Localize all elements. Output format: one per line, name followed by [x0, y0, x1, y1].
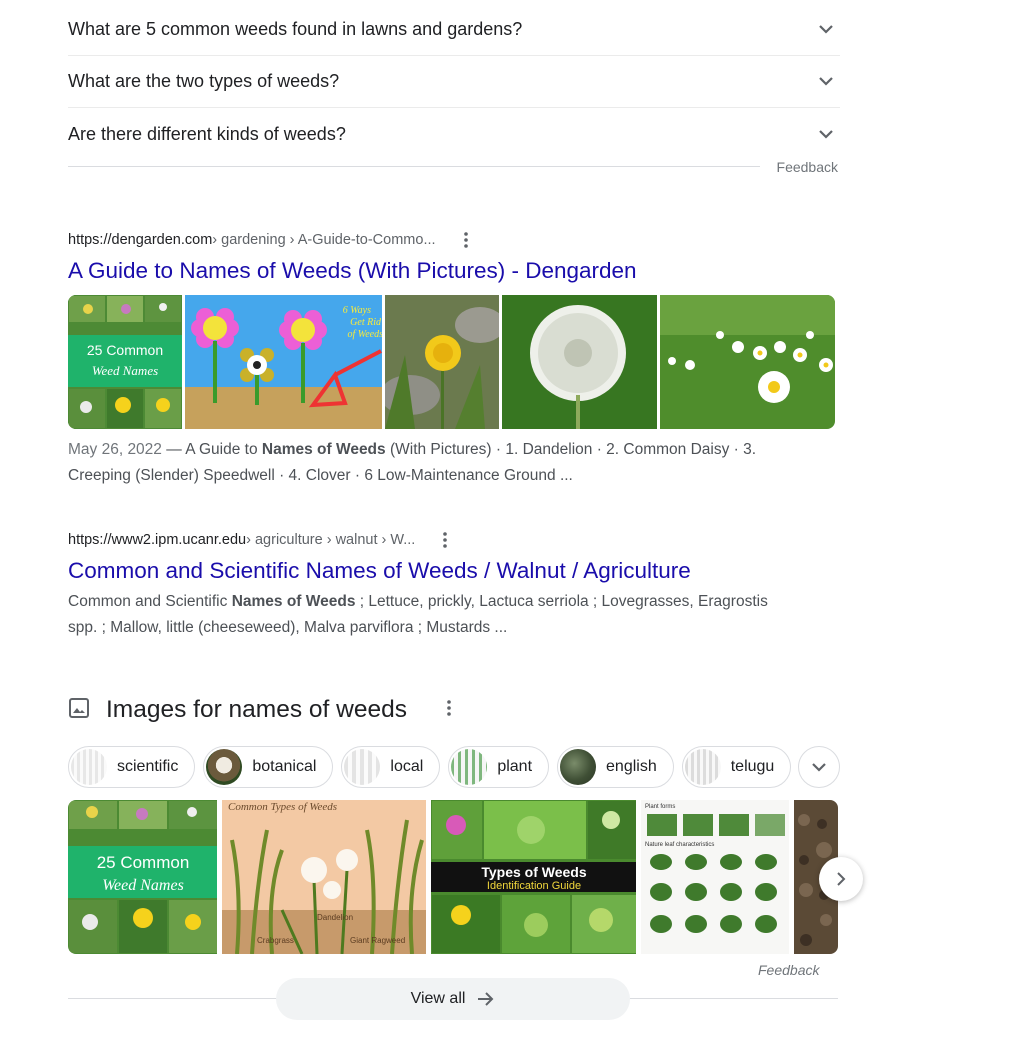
chevron-down-icon[interactable]: [814, 70, 838, 94]
image-text: Crabgrass: [257, 936, 294, 945]
image-text: 25 Common: [97, 853, 190, 872]
chip-label: local: [390, 758, 424, 775]
thumb-text: 25 Common: [87, 342, 163, 358]
paa-question-text: What are 5 common weeds found in lawns a…: [68, 19, 523, 39]
image-text: Dandelion: [317, 913, 353, 922]
people-also-ask: What are 5 common weeds found in lawns a…: [68, 4, 840, 160]
chip-telugu[interactable]: telugu: [681, 746, 792, 788]
image-refinement-chips: scientific botanical local plant english…: [68, 746, 792, 788]
images-feedback-link[interactable]: Feedback: [758, 962, 819, 978]
result-path: › gardening › A-Guide-to-Commo...: [212, 232, 436, 248]
images-section-title: Images for names of weeds: [106, 696, 407, 723]
image-text: Weed Names: [102, 877, 184, 894]
result-title-link[interactable]: Common and Scientific Names of Weeds / W…: [68, 557, 788, 585]
next-images-button[interactable]: [819, 857, 863, 901]
result-cite[interactable]: https://www2.ipm.ucanr.edu › agriculture…: [68, 532, 788, 548]
result-domain: https://www2.ipm.ucanr.edu: [68, 532, 247, 548]
image-text: Nature leaf characteristics: [645, 842, 714, 848]
image-result-common-types[interactable]: Common Types of Weeds Dandelion Crabgras…: [222, 800, 426, 954]
chip-local[interactable]: local: [341, 746, 441, 788]
result-snippet: Common and Scientific Names of Weeds ; L…: [68, 589, 788, 641]
divider: [68, 166, 760, 167]
chip-thumbnail: [451, 749, 488, 785]
search-result-dengarden: https://dengarden.com › gardening › A-Gu…: [68, 232, 835, 489]
paa-question-1[interactable]: What are 5 common weeds found in lawns a…: [68, 4, 840, 56]
image-result-leaf-chart[interactable]: Plant forms Nature leaf characteristics: [641, 800, 790, 954]
thumb-daisies-grass[interactable]: [659, 295, 835, 429]
more-options-icon[interactable]: [458, 232, 474, 248]
image-icon: [68, 697, 90, 724]
images-section-header: Images for names of weeds: [68, 696, 451, 724]
arrow-right-icon: [478, 992, 494, 1006]
image-text: Plant forms: [645, 804, 675, 810]
chip-thumbnail: [344, 749, 381, 785]
image-text: Types of Weeds: [481, 864, 587, 880]
thumb-text: Get Rid: [350, 317, 382, 328]
chevron-down-icon[interactable]: [814, 122, 838, 146]
result-snippet: May 26, 2022 — A Guide to Names of Weeds…: [68, 437, 813, 489]
view-all-label: View all: [410, 990, 466, 1007]
search-result-ucanr: https://www2.ipm.ucanr.edu › agriculture…: [68, 532, 788, 641]
chip-label: plant: [497, 758, 533, 775]
chevron-right-icon: [836, 872, 845, 886]
chevron-down-icon: [812, 762, 826, 772]
thumb-dandelion-seedhead[interactable]: [502, 295, 657, 429]
chip-scientific[interactable]: scientific: [68, 746, 196, 788]
result-title-link[interactable]: A Guide to Names of Weeds (With Pictures…: [68, 257, 835, 285]
thumb-cartoon-flowers[interactable]: 6 Ways Get Rid of Weeds: [184, 295, 382, 429]
thumb-text: of Weeds: [347, 329, 382, 340]
chip-thumbnail: [684, 749, 721, 785]
image-result-identification-guide[interactable]: Types of Weeds Identification Guide: [430, 800, 637, 954]
snippet-bold: Names of Weeds: [231, 593, 356, 610]
paa-question-text: Are there different kinds of weeds?: [68, 123, 346, 144]
chip-label: scientific: [117, 758, 179, 775]
more-chips-button[interactable]: [798, 746, 840, 788]
thumb-text: 6 Ways: [342, 305, 370, 316]
snippet-bold: Names of Weeds: [261, 441, 386, 458]
thumb-weed-names-collage[interactable]: 25 Common Weed Names: [68, 295, 182, 429]
image-results-grid: 25 Common Weed Names Common Types of Wee…: [68, 800, 838, 954]
chevron-down-icon[interactable]: [814, 18, 838, 42]
thumb-dandelion-flower[interactable]: [384, 295, 500, 429]
paa-question-2[interactable]: What are the two types of weeds?: [68, 56, 840, 108]
result-image-strip: 25 Common Weed Names 6 Ways Get Rid of W…: [68, 295, 835, 429]
image-text: Giant Ragweed: [350, 936, 405, 945]
result-path: › agriculture › walnut › W...: [246, 532, 416, 548]
image-result-weed-names[interactable]: 25 Common Weed Names: [68, 800, 217, 954]
chip-thumbnail: [560, 749, 597, 785]
chip-thumbnail: [71, 749, 107, 785]
chip-label: botanical: [252, 758, 317, 775]
chip-plant[interactable]: plant: [448, 746, 550, 788]
image-text: Identification Guide: [487, 880, 581, 892]
image-text: Common Types of Weeds: [228, 801, 337, 813]
chip-label: english: [606, 758, 657, 775]
more-options-icon[interactable]: [447, 699, 451, 721]
chip-english[interactable]: english: [557, 746, 674, 788]
snippet-text: — A Guide to: [161, 441, 262, 458]
result-domain: https://dengarden.com: [68, 232, 213, 248]
result-date: May 26, 2022: [68, 441, 162, 458]
paa-question-3[interactable]: Are there different kinds of weeds?: [68, 108, 840, 160]
more-options-icon[interactable]: [437, 532, 453, 548]
view-all-images-button[interactable]: View all: [276, 978, 630, 1020]
snippet-text: Common and Scientific: [68, 593, 232, 610]
chip-botanical[interactable]: botanical: [203, 746, 334, 788]
paa-feedback-link[interactable]: Feedback: [777, 159, 838, 175]
chip-thumbnail: [206, 749, 243, 785]
thumb-text: Weed Names: [92, 363, 158, 378]
paa-question-text: What are the two types of weeds?: [68, 71, 340, 91]
result-cite[interactable]: https://dengarden.com › gardening › A-Gu…: [68, 232, 835, 248]
chip-label: telugu: [730, 758, 775, 775]
